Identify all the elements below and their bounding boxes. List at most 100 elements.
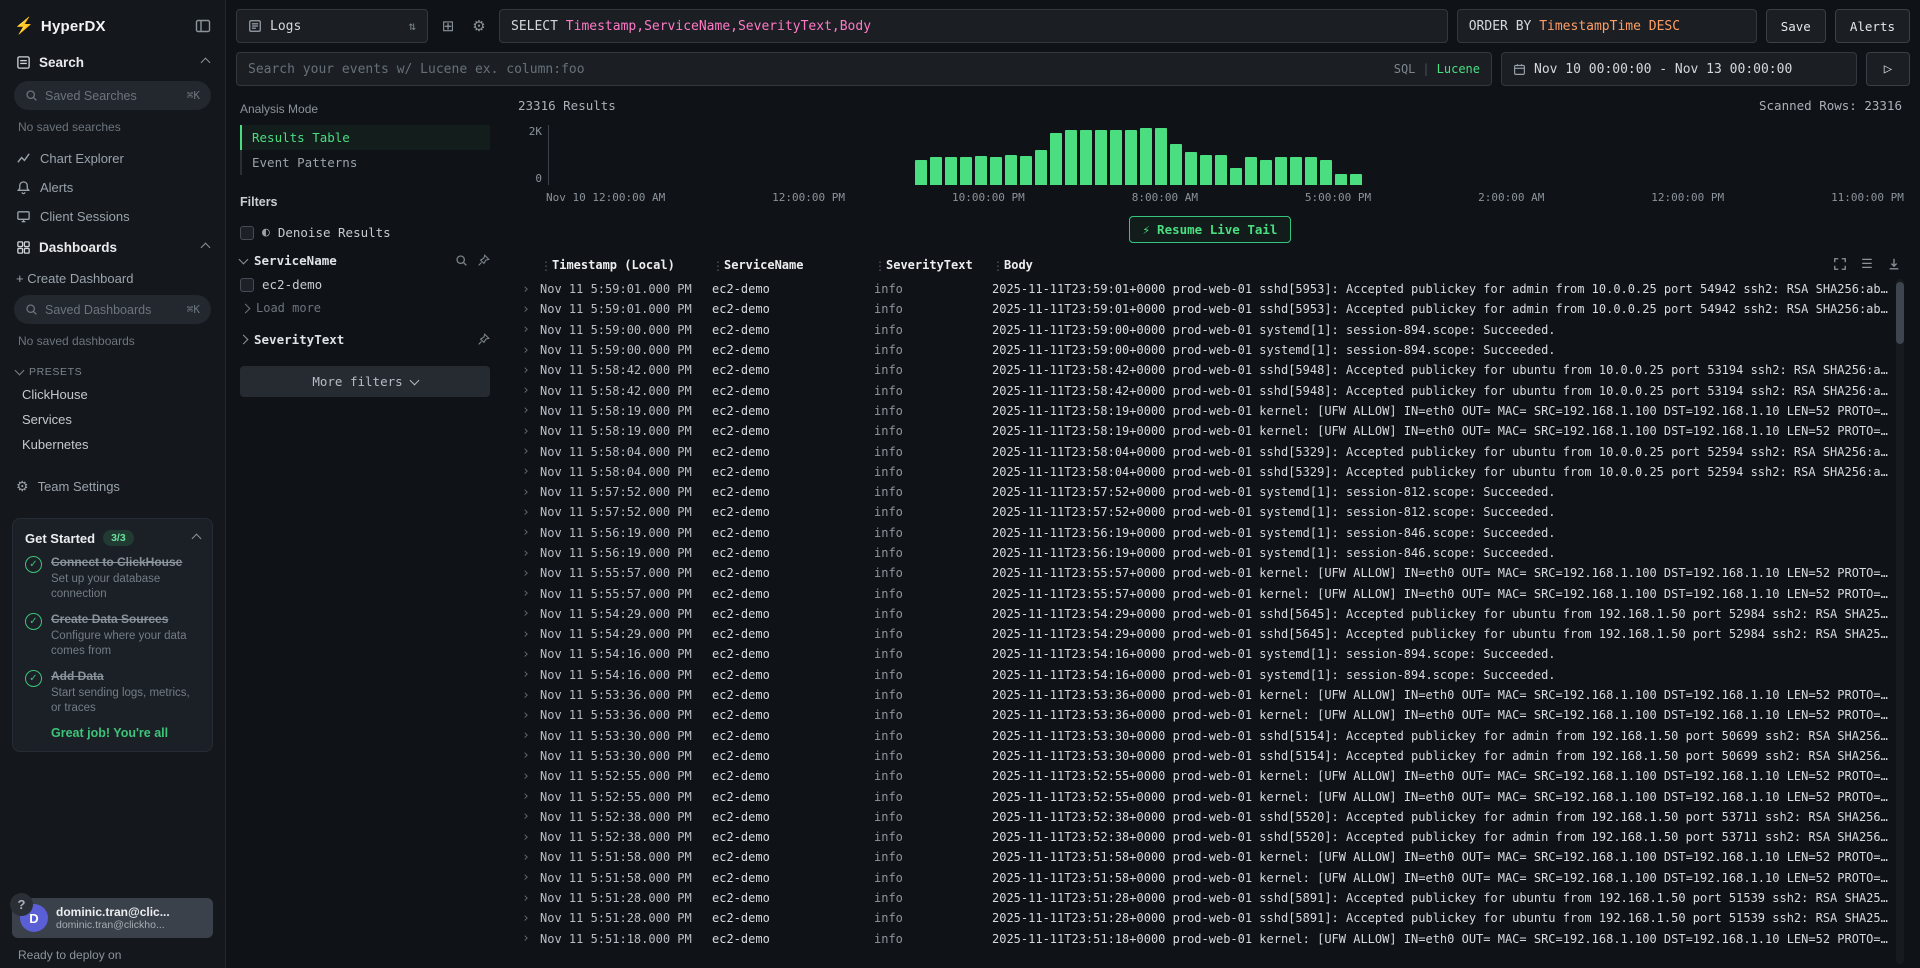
get-started-item[interactable]: ✓Add DataStart sending logs, metrics, or… [25, 669, 200, 716]
table-row[interactable]: ›Nov 11 5:59:01.000 PMec2-demoinfo2025-1… [516, 279, 1894, 299]
download-icon[interactable] [1886, 256, 1902, 272]
row-expand-icon[interactable]: › [516, 302, 540, 317]
preset-item[interactable]: ClickHouse [12, 382, 213, 407]
col-body[interactable]: Body [992, 258, 1904, 272]
row-expand-icon[interactable]: › [516, 546, 540, 561]
table-row[interactable]: ›Nov 11 5:58:04.000 PMec2-demoinfo2025-1… [516, 441, 1894, 461]
row-expand-icon[interactable]: › [516, 769, 540, 784]
table-row[interactable]: ›Nov 11 5:54:29.000 PMec2-demoinfo2025-1… [516, 624, 1894, 644]
pin-icon[interactable] [477, 333, 490, 346]
time-range-picker[interactable]: Nov 10 00:00:00 - Nov 13 00:00:00 [1501, 52, 1857, 86]
pin-icon[interactable] [477, 254, 490, 267]
preset-item[interactable]: Services [12, 407, 213, 432]
preset-item[interactable]: Kubernetes [12, 432, 213, 457]
row-expand-icon[interactable]: › [516, 688, 540, 703]
table-row[interactable]: ›Nov 11 5:57:52.000 PMec2-demoinfo2025-1… [516, 502, 1894, 522]
mode-results-table[interactable]: Results Table [240, 125, 490, 150]
row-expand-icon[interactable]: › [516, 383, 540, 398]
load-more[interactable]: Load more [240, 296, 490, 323]
sidebar-item-create-dashboard[interactable]: + Create Dashboard [12, 264, 213, 293]
table-row[interactable]: ›Nov 11 5:52:55.000 PMec2-demoinfo2025-1… [516, 786, 1894, 806]
get-started-header[interactable]: Get Started 3/3 [25, 530, 200, 546]
source-settings-button[interactable]: ⚙ [468, 15, 490, 37]
table-row[interactable]: ›Nov 11 5:58:42.000 PMec2-demoinfo2025-1… [516, 360, 1894, 380]
row-expand-icon[interactable]: › [516, 667, 540, 682]
row-expand-icon[interactable]: › [516, 282, 540, 297]
sidebar-item-team-settings[interactable]: ⚙ Team Settings [12, 471, 213, 502]
table-row[interactable]: ›Nov 11 5:56:19.000 PMec2-demoinfo2025-1… [516, 543, 1894, 563]
row-expand-icon[interactable]: › [516, 363, 540, 378]
resume-live-tail-button[interactable]: ⚡ Resume Live Tail [1129, 216, 1292, 243]
row-expand-icon[interactable]: › [516, 830, 540, 845]
row-expand-icon[interactable]: › [516, 931, 540, 946]
facet-servicename[interactable]: ServiceName [240, 244, 490, 273]
table-row[interactable]: ›Nov 11 5:53:36.000 PMec2-demoinfo2025-1… [516, 705, 1894, 725]
row-expand-icon[interactable]: › [516, 748, 540, 763]
row-expand-icon[interactable]: › [516, 850, 540, 865]
row-expand-icon[interactable]: › [516, 403, 540, 418]
table-row[interactable]: ›Nov 11 5:54:29.000 PMec2-demoinfo2025-1… [516, 604, 1894, 624]
row-expand-icon[interactable]: › [516, 343, 540, 358]
table-row[interactable]: ›Nov 11 5:54:16.000 PMec2-demoinfo2025-1… [516, 665, 1894, 685]
table-row[interactable]: ›Nov 11 5:57:52.000 PMec2-demoinfo2025-1… [516, 482, 1894, 502]
language-sql-option[interactable]: SQL [1394, 62, 1416, 76]
table-row[interactable]: ›Nov 11 5:51:28.000 PMec2-demoinfo2025-1… [516, 908, 1894, 928]
column-settings-icon[interactable]: ☰ [1859, 256, 1875, 272]
table-row[interactable]: ›Nov 11 5:53:30.000 PMec2-demoinfo2025-1… [516, 726, 1894, 746]
table-row[interactable]: ›Nov 11 5:53:36.000 PMec2-demoinfo2025-1… [516, 685, 1894, 705]
table-scrollbar[interactable] [1896, 279, 1904, 964]
row-expand-icon[interactable]: › [516, 647, 540, 662]
table-row[interactable]: ›Nov 11 5:52:55.000 PMec2-demoinfo2025-1… [516, 766, 1894, 786]
service-option-row[interactable]: ec2-demo [240, 273, 490, 296]
table-row[interactable]: ›Nov 11 5:54:16.000 PMec2-demoinfo2025-1… [516, 644, 1894, 664]
table-row[interactable]: ›Nov 11 5:58:19.000 PMec2-demoinfo2025-1… [516, 401, 1894, 421]
saved-dashboards-input[interactable]: Saved Dashboards ⌘K [14, 295, 211, 324]
saved-searches-input[interactable]: Saved Searches ⌘K [14, 81, 211, 110]
add-source-button[interactable]: ⊞ [437, 15, 459, 37]
service-option-checkbox[interactable] [240, 278, 254, 292]
sidebar-item-alerts[interactable]: Alerts [12, 173, 213, 202]
row-expand-icon[interactable]: › [516, 870, 540, 885]
presets-header[interactable]: PRESETS [12, 358, 213, 382]
denoise-checkbox[interactable] [240, 226, 254, 240]
sidebar-section-dashboards[interactable]: Dashboards [12, 231, 213, 264]
col-severitytext[interactable]: SeverityText [874, 258, 992, 272]
user-menu[interactable]: D dominic.tran@clic... dominic.tran@clic… [12, 898, 213, 938]
row-expand-icon[interactable]: › [516, 606, 540, 621]
sidebar-item-client-sessions[interactable]: Client Sessions [12, 202, 213, 231]
row-expand-icon[interactable]: › [516, 789, 540, 804]
run-query-button[interactable]: ▷ [1866, 52, 1910, 86]
table-row[interactable]: ›Nov 11 5:59:01.000 PMec2-demoinfo2025-1… [516, 299, 1894, 319]
table-row[interactable]: ›Nov 11 5:52:38.000 PMec2-demoinfo2025-1… [516, 807, 1894, 827]
table-row[interactable]: ›Nov 11 5:58:19.000 PMec2-demoinfo2025-1… [516, 421, 1894, 441]
order-by-input[interactable]: ORDER BY TimestampTime DESC [1457, 9, 1757, 43]
row-expand-icon[interactable]: › [516, 809, 540, 824]
table-row[interactable]: ›Nov 11 5:55:57.000 PMec2-demoinfo2025-1… [516, 563, 1894, 583]
col-timestamp[interactable]: Timestamp (Local) [540, 258, 712, 272]
more-filters-button[interactable]: More filters [240, 366, 490, 397]
table-row[interactable]: ›Nov 11 5:59:00.000 PMec2-demoinfo2025-1… [516, 340, 1894, 360]
row-expand-icon[interactable]: › [516, 424, 540, 439]
table-row[interactable]: ›Nov 11 5:58:04.000 PMec2-demoinfo2025-1… [516, 462, 1894, 482]
table-row[interactable]: ›Nov 11 5:53:30.000 PMec2-demoinfo2025-1… [516, 746, 1894, 766]
facet-severitytext[interactable]: SeverityText [240, 323, 490, 352]
row-expand-icon[interactable]: › [516, 911, 540, 926]
sidebar-item-chart-explorer[interactable]: Chart Explorer [12, 144, 213, 173]
table-row[interactable]: ›Nov 11 5:51:28.000 PMec2-demoinfo2025-1… [516, 888, 1894, 908]
table-row[interactable]: ›Nov 11 5:51:58.000 PMec2-demoinfo2025-1… [516, 847, 1894, 867]
event-search-input[interactable]: Search your events w/ Lucene ex. column:… [236, 52, 1492, 86]
row-expand-icon[interactable]: › [516, 525, 540, 540]
row-expand-icon[interactable]: › [516, 708, 540, 723]
row-expand-icon[interactable]: › [516, 586, 540, 601]
table-row[interactable]: ›Nov 11 5:58:42.000 PMec2-demoinfo2025-1… [516, 380, 1894, 400]
source-select[interactable]: Logs ⇅ [236, 9, 428, 43]
col-servicename[interactable]: ServiceName [712, 258, 874, 272]
help-button[interactable]: ? [10, 893, 33, 916]
row-expand-icon[interactable]: › [516, 728, 540, 743]
mode-event-patterns[interactable]: Event Patterns [240, 150, 490, 175]
row-expand-icon[interactable]: › [516, 566, 540, 581]
table-row[interactable]: ›Nov 11 5:51:18.000 PMec2-demoinfo2025-1… [516, 929, 1894, 949]
sidebar-collapse-icon[interactable] [195, 18, 211, 34]
sidebar-section-search[interactable]: Search [12, 46, 213, 79]
row-expand-icon[interactable]: › [516, 464, 540, 479]
